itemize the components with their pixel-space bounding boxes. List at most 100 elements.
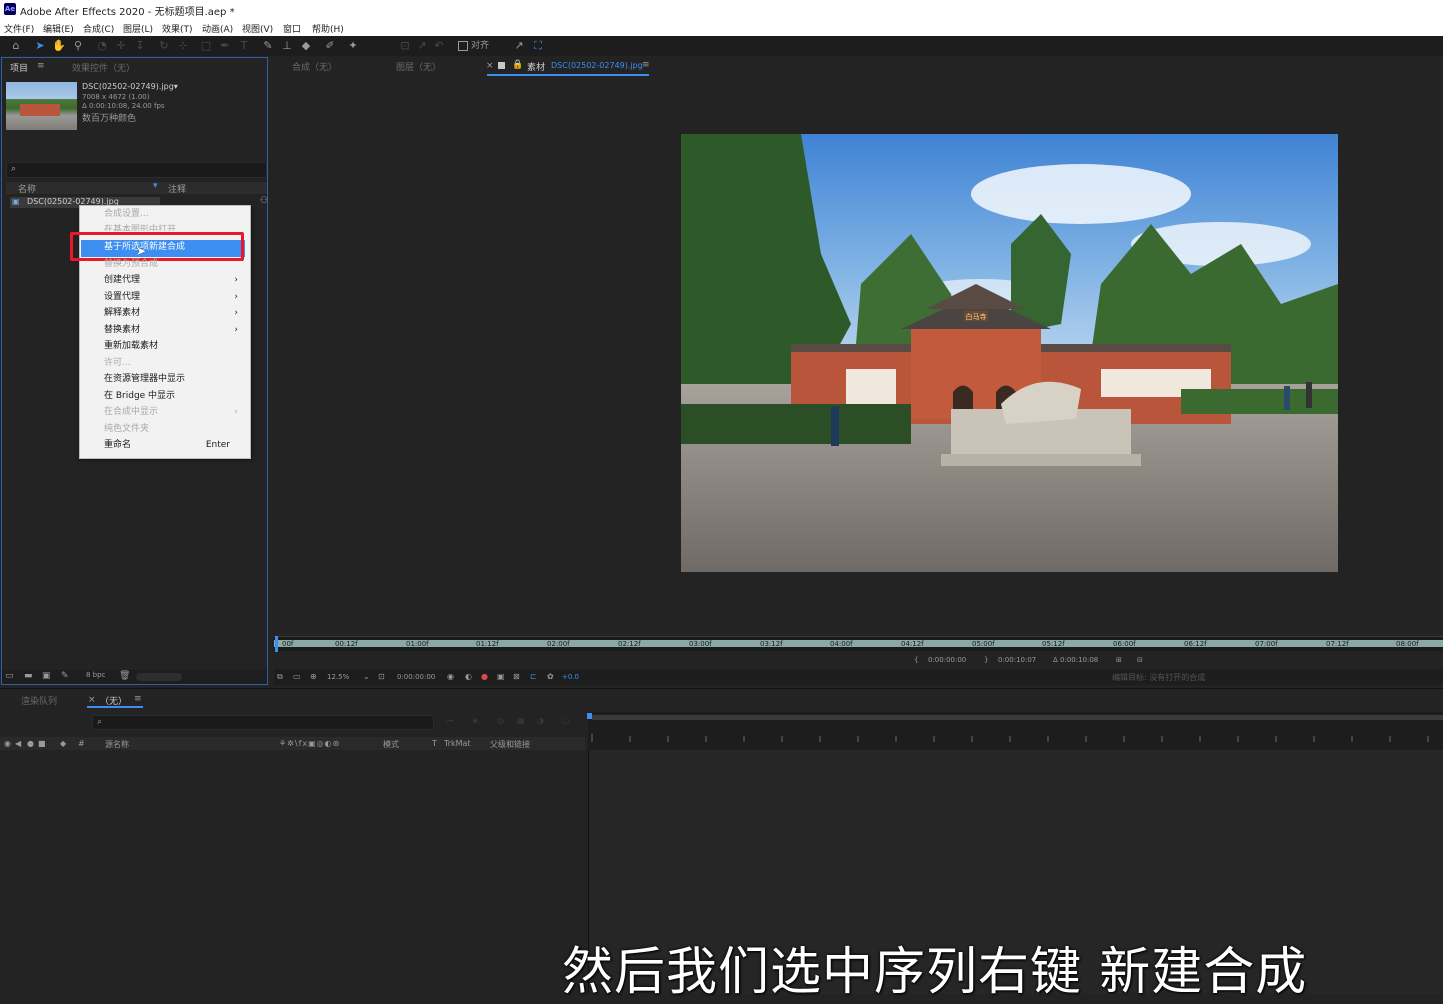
time-navigator[interactable] <box>592 715 1443 720</box>
ripple-insert-icon[interactable]: ⊞ <box>1116 656 1122 664</box>
column-trkmat[interactable]: TrkMat <box>444 739 471 748</box>
world-axis-icon[interactable]: ↗ <box>415 39 429 53</box>
tab-footage-label[interactable]: 素材 <box>527 60 545 73</box>
orbit-camera-icon[interactable]: ◔ <box>95 39 109 53</box>
snapshot-camera-icon[interactable]: ◉ <box>447 672 454 681</box>
panel-menu-icon[interactable]: ≡ <box>37 61 45 71</box>
new-composition-icon[interactable]: ▣ <box>42 671 51 681</box>
column-mode[interactable]: 模式 <box>383 739 399 750</box>
project-search-input[interactable]: ⌕ <box>6 162 267 178</box>
pen-tool-icon[interactable]: ✒ <box>218 39 232 53</box>
tab-footage-name[interactable]: DSC(02502-02749).jpg <box>551 61 643 70</box>
menu-view[interactable]: 视图(V) <box>242 22 273 35</box>
pan-behind-tool-icon[interactable]: ⊹ <box>176 39 190 53</box>
type-tool-icon[interactable]: T <box>237 39 251 53</box>
in-point-icon[interactable]: { <box>914 656 918 664</box>
viewer-menu-icon[interactable]: ≡ <box>642 60 650 70</box>
column-parent-link[interactable]: 父级和链接 <box>490 739 530 750</box>
new-folder-icon[interactable]: ▬ <box>24 671 33 681</box>
shy-icon[interactable]: ◍ <box>497 716 504 725</box>
chevron-down-icon[interactable]: ⌄ <box>363 672 370 681</box>
view-axis-icon[interactable]: ↶ <box>432 39 446 53</box>
eye-icon[interactable]: ◉ <box>4 739 11 748</box>
out-point-time[interactable]: 0:00:10:07 <box>998 656 1036 664</box>
gear-icon[interactable]: ✿ <box>547 672 554 681</box>
menu-item-replace-footage[interactable]: 替换素材 › <box>104 323 244 338</box>
menu-item-reload-footage[interactable]: 重新加载素材 <box>104 339 244 354</box>
fast-previews-icon[interactable]: ⊏ <box>530 672 537 681</box>
vr-icon[interactable]: ⊕ <box>310 672 317 681</box>
menu-help[interactable]: 帮助(H) <box>312 22 344 35</box>
menu-item-rename[interactable]: 重命名 Enter <box>104 438 244 453</box>
snap-grid-icon[interactable]: ⛶ <box>531 39 545 53</box>
lock-icon[interactable]: ■ <box>38 739 46 748</box>
home-icon[interactable]: ⌂ <box>9 39 23 53</box>
selection-tool-icon[interactable]: ➤ <box>33 39 47 53</box>
exposure-value[interactable]: +0.0 <box>562 673 579 681</box>
in-point-time[interactable]: 0:00:00:00 <box>928 656 966 664</box>
motion-blur-icon[interactable]: ◑ <box>537 716 544 725</box>
close-tab-icon[interactable]: × <box>88 695 96 705</box>
menu-item-new-comp-from-selection[interactable]: 基于所选项新建合成 <box>104 240 244 255</box>
tab-layer[interactable]: 图层（无） <box>396 60 441 73</box>
monitor-icon[interactable]: ▭ <box>293 672 301 681</box>
draft-3d-icon[interactable]: ◈ <box>472 716 478 725</box>
tab-composition[interactable]: 合成（无） <box>292 60 337 73</box>
zoom-tool-icon[interactable]: ⚲ <box>71 39 85 53</box>
column-source-name[interactable]: 源名称 <box>105 739 129 750</box>
menu-item-solids-folder[interactable]: 纯色文件夹 <box>104 422 244 437</box>
menu-effect[interactable]: 效果(T) <box>162 22 193 35</box>
pan-camera-icon[interactable]: ✛ <box>114 39 128 53</box>
flowchart-icon[interactable]: ⚇ <box>260 196 268 206</box>
current-time[interactable]: 0:00:00:00 <box>397 673 435 681</box>
tab-project[interactable]: 项目 <box>10 61 28 74</box>
label-tag-icon[interactable]: ◆ <box>60 739 66 748</box>
region-of-interest-icon[interactable]: ▣ <box>497 672 505 681</box>
menu-item-replace-with-precomp[interactable]: 替换为预合成 <box>104 257 244 267</box>
always-preview-icon[interactable]: ⧉ <box>277 672 283 682</box>
solo-icon[interactable]: ● <box>27 739 34 748</box>
lock-icon[interactable]: 🔒 <box>512 60 523 70</box>
align-checkbox[interactable] <box>458 40 468 51</box>
eraser-tool-icon[interactable]: ◆ <box>299 39 313 53</box>
trash-icon[interactable]: 🗑 <box>119 671 130 681</box>
timeline-search-input[interactable]: ⌕ <box>92 715 434 730</box>
dolly-camera-icon[interactable]: ↧ <box>133 39 147 53</box>
menu-window[interactable]: 窗口 <box>283 22 301 35</box>
audio-icon[interactable]: ◀ <box>15 739 21 748</box>
adjust-icon[interactable]: ✎ <box>61 671 69 681</box>
rotate-tool-icon[interactable]: ↻ <box>157 39 171 53</box>
tab-render-queue[interactable]: 渲染队列 <box>21 694 57 707</box>
menu-item-set-proxy[interactable]: 设置代理 › <box>104 290 244 305</box>
close-tab-icon[interactable]: × <box>486 61 494 71</box>
channels-icon[interactable]: ● <box>481 672 488 681</box>
timeline-menu-icon[interactable]: ≡ <box>134 694 142 704</box>
sort-arrow-icon[interactable]: ▾ <box>153 181 158 191</box>
rectangle-tool-icon[interactable]: □ <box>199 39 213 53</box>
menu-item-reveal-in-explorer[interactable]: 在资源管理器中显示 <box>104 372 244 387</box>
menu-item-open-in-essential-graphics[interactable]: 在基本图形中打开 <box>104 223 244 231</box>
bpc-label[interactable]: 8 bpc <box>86 671 105 679</box>
graph-editor-icon[interactable]: ▢ <box>562 716 570 725</box>
brush-tool-icon[interactable]: ✎ <box>261 39 275 53</box>
tab-effect-controls[interactable]: 效果控件（无） <box>72 61 135 74</box>
file-name[interactable]: DSC(02502-02749).jpg▾ <box>82 82 178 91</box>
overlay-edit-icon[interactable]: ⊟ <box>1137 656 1143 664</box>
menu-item-license[interactable]: 许可... <box>104 356 244 371</box>
menu-composition[interactable]: 合成(C) <box>83 22 114 35</box>
align-toggle[interactable]: 对齐 <box>458 39 489 53</box>
column-name[interactable]: 名称 <box>18 182 36 195</box>
composition-mini-flowchart-icon[interactable]: ⊶ <box>446 716 454 725</box>
zoom-level[interactable]: 12.5% <box>327 673 349 681</box>
show-snapshot-icon[interactable]: ◐ <box>465 672 472 681</box>
menu-layer[interactable]: 图层(L) <box>123 22 153 35</box>
time-navigator-start-handle[interactable] <box>587 713 592 719</box>
hand-tool-icon[interactable]: ✋ <box>52 39 66 53</box>
roto-brush-tool-icon[interactable]: ✐ <box>323 39 337 53</box>
puppet-pin-tool-icon[interactable]: ✦ <box>346 39 360 53</box>
clone-stamp-tool-icon[interactable]: ⊥ <box>280 39 294 53</box>
menu-item-interpret-footage[interactable]: 解释素材 › <box>104 306 244 321</box>
menu-file[interactable]: 文件(F) <box>4 22 34 35</box>
menu-item-reveal-in-composition[interactable]: 在合成中显示 › <box>104 405 244 420</box>
menu-animation[interactable]: 动画(A) <box>202 22 233 35</box>
